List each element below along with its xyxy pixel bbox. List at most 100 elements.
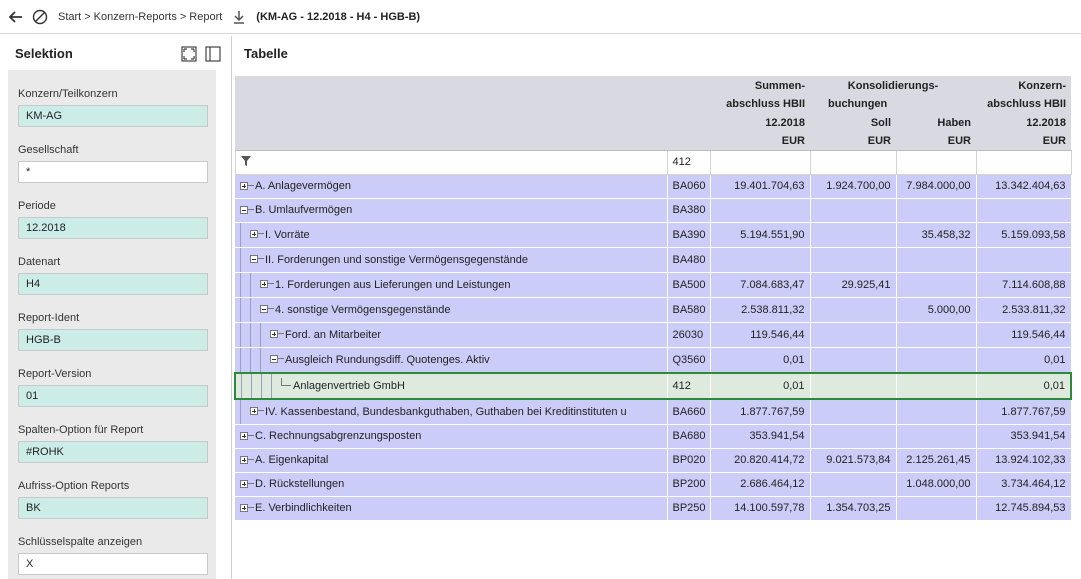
row-label: I. Vorräte	[265, 228, 310, 241]
table-row[interactable]: 4. sonstige Vermögensgegenstände BA580 2.5…	[235, 297, 1072, 323]
breadcrumb-item-start[interactable]: Start	[58, 11, 81, 23]
cell-summen	[710, 247, 811, 273]
field-input[interactable]: 12.2018	[18, 217, 208, 239]
table-row[interactable]: Ford. an Mitarbeiter 26030 119.546,44 119.5…	[235, 322, 1072, 348]
row-key: BP020	[667, 448, 711, 473]
header-blank	[235, 131, 667, 151]
table-row[interactable]: II. Forderungen und sonstige Vermögensge…	[235, 247, 1072, 273]
field-input[interactable]: BK	[18, 497, 208, 519]
field-input[interactable]: HGB-B	[18, 329, 208, 351]
table-row[interactable]: B. Umlaufvermögen BA380	[235, 198, 1072, 223]
table-row[interactable]: A. Anlagevermögen BA060 19.401.704,63 1.924…	[235, 174, 1072, 199]
row-key: BA390	[667, 222, 711, 248]
field-label: Report-Version	[18, 368, 92, 380]
table-row[interactable]: A. Eigenkapital BP020 20.820.414,72 9.021.5…	[235, 448, 1072, 473]
expand-icon[interactable]	[181, 46, 197, 65]
expand-node-icon[interactable]	[270, 330, 278, 339]
filter-row: 412	[234, 149, 1072, 175]
expand-node-icon[interactable]	[250, 230, 258, 239]
filter-input[interactable]	[895, 149, 977, 175]
cell-haben: 2.125.261,45	[896, 448, 977, 473]
breadcrumb-item-report[interactable]: Report	[189, 11, 222, 23]
cell-soll	[810, 398, 897, 425]
expand-node-icon[interactable]	[240, 456, 248, 464]
tree-guide-line	[271, 374, 272, 397]
header-currency-summen: EUR	[710, 131, 810, 151]
breadcrumb-item-konzern-reports[interactable]: Konzern-Reports	[94, 11, 177, 23]
cell-soll: 9.021.573,84	[810, 448, 897, 473]
cell-haben	[896, 398, 977, 425]
row-label-cell: A. Eigenkapital	[235, 448, 668, 473]
field-input[interactable]: KM-AG	[18, 105, 208, 127]
row-label-cell: IV. Kassenbestand, Bundesbankguthaben, G…	[235, 398, 668, 425]
cell-soll	[810, 371, 897, 400]
tree-connector	[268, 308, 274, 310]
expand-node-icon[interactable]	[240, 480, 248, 488]
collapse-node-icon[interactable]	[260, 305, 268, 314]
panel-toggle-icon[interactable]	[205, 46, 221, 65]
field-input[interactable]: 01	[18, 385, 208, 407]
report-identifier: (KM-AG - 12.2018 - H4 - HGB-B)	[256, 10, 421, 23]
row-label-cell: Anlagenvertrieb GmbH	[234, 371, 668, 400]
filter-key-input[interactable]: 412	[666, 149, 711, 175]
tree-guide-line	[250, 272, 251, 296]
expand-node-icon[interactable]	[240, 432, 248, 440]
table-row[interactable]: I. Vorräte BA390 5.194.551,90 35.458,32 5.15…	[235, 222, 1072, 248]
table-row[interactable]: C. Rechnungsabgrenzungsposten BA680 353.94…	[235, 424, 1072, 449]
table-row[interactable]: D. Rückstellungen BP200 2.686.464,12 1.048.…	[235, 472, 1072, 497]
table-row[interactable]: E. Verbindlichkeiten BP250 14.100.597,78 1.…	[235, 496, 1072, 521]
field-input[interactable]: *	[18, 161, 208, 183]
tree-guide-line	[261, 374, 262, 397]
tree-guide-line	[250, 347, 251, 372]
filter-input[interactable]	[975, 149, 1072, 175]
field-input[interactable]: #ROHK	[18, 441, 208, 463]
expand-node-icon[interactable]	[240, 504, 248, 512]
table-row[interactable]: 1. Forderungen aus Lieferungen und Leist…	[235, 272, 1072, 298]
filter-icon[interactable]	[240, 155, 251, 166]
expand-node-icon[interactable]	[240, 182, 248, 190]
filter-input[interactable]	[809, 149, 897, 175]
row-key: BA500	[667, 272, 711, 298]
tree-guide-line	[241, 374, 242, 397]
row-label: II. Forderungen und sonstige Vermögensge…	[265, 253, 528, 266]
tree-guide-line	[240, 297, 241, 321]
back-arrow-icon[interactable]	[8, 9, 24, 25]
header-soll: Soll	[810, 113, 896, 132]
field-input[interactable]: H4	[18, 273, 208, 295]
cell-soll	[810, 472, 897, 497]
field-input[interactable]: X	[18, 553, 208, 575]
collapse-node-icon[interactable]	[270, 355, 278, 364]
cell-haben: 1.048.000,00	[896, 472, 977, 497]
header-kons-2: buchungen	[810, 94, 977, 113]
cell-konzern: 119.546,44	[976, 322, 1072, 348]
table-row[interactable]: IV. Kassenbestand, Bundesbankguthaben, G…	[235, 398, 1072, 425]
expand-node-icon[interactable]	[260, 280, 268, 289]
filter-cell[interactable]	[234, 149, 668, 175]
cell-soll	[810, 198, 897, 223]
download-icon[interactable]	[232, 9, 246, 25]
row-key: 26030	[667, 322, 711, 348]
cell-summen: 0,01	[710, 371, 811, 400]
selection-header: Selektion	[0, 36, 231, 70]
cancel-icon[interactable]	[32, 9, 48, 25]
filter-input[interactable]	[709, 149, 811, 175]
row-label: B. Umlaufvermögen	[255, 204, 353, 216]
row-label: IV. Kassenbestand, Bundesbankguthaben, G…	[265, 405, 627, 418]
tree-connector	[248, 209, 254, 210]
expand-node-icon[interactable]	[250, 407, 258, 416]
header-summen-1: Summen-	[710, 76, 810, 95]
header-period-konzern: 12.2018	[976, 113, 1072, 132]
cell-summen: 20.820.414,72	[710, 448, 811, 473]
cell-summen: 2.538.811,32	[710, 297, 811, 323]
cell-soll	[810, 222, 897, 248]
collapse-node-icon[interactable]	[250, 255, 258, 264]
table-row[interactable]: Anlagenvertrieb GmbH 412 0,01 0,01	[234, 371, 1073, 400]
cell-summen: 0,01	[710, 347, 811, 373]
field-label: Gesellschaft	[18, 144, 79, 156]
table-row[interactable]: Ausgleich Rundungsdiff. Quotenges. Aktiv…	[235, 347, 1072, 373]
cell-konzern: 13.924.102,33	[976, 448, 1072, 473]
tree-connector	[248, 185, 254, 186]
cell-konzern: 2.533.811,32	[976, 297, 1072, 323]
collapse-node-icon[interactable]	[240, 206, 248, 214]
field-label: Aufriss-Option Reports	[18, 480, 130, 492]
